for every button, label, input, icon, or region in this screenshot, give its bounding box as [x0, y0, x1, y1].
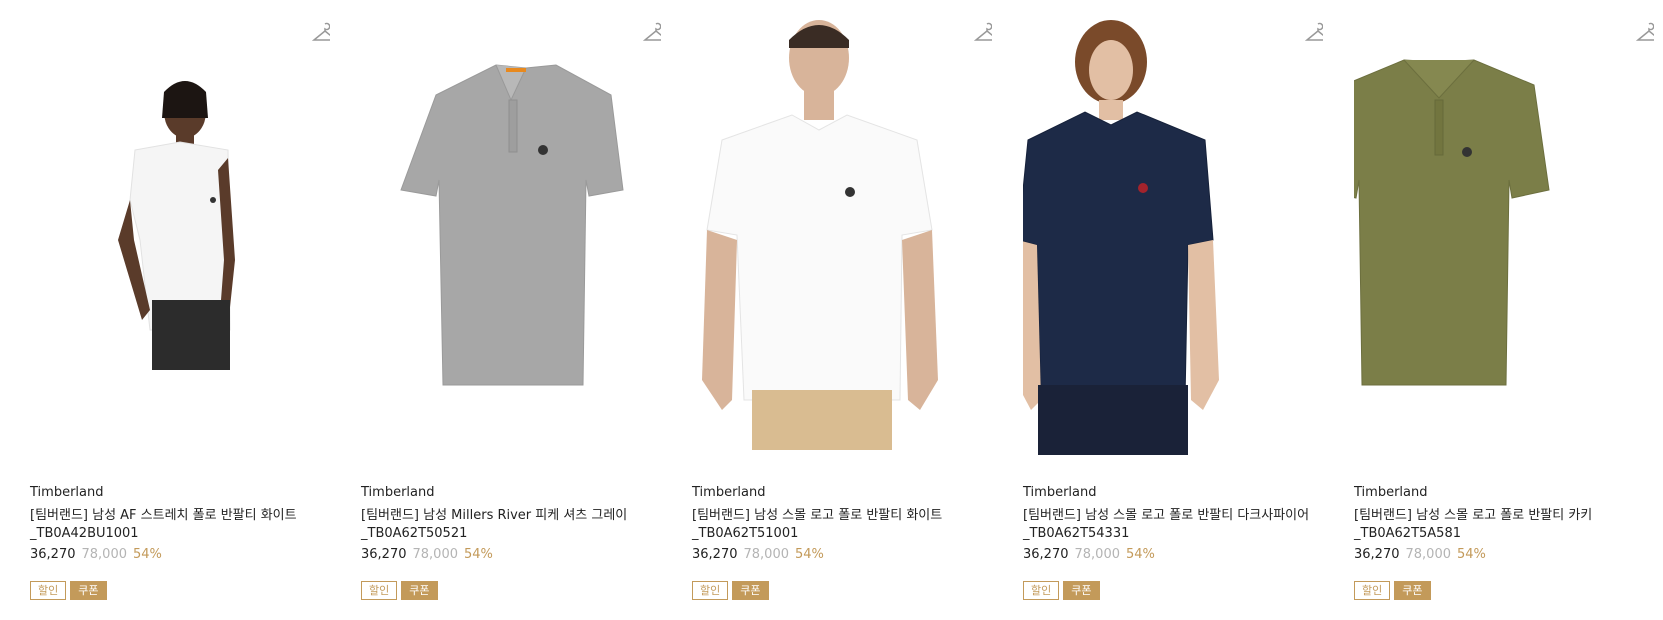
tag-list: 할인 쿠폰 — [1023, 581, 1100, 600]
original-price: 78,000 — [81, 547, 128, 562]
product-name[interactable]: [팀버랜드] 남성 스몰 로고 폴로 반팔티 다크사파이어 _TB0A62T54… — [1023, 507, 1323, 543]
brand-name[interactable]: Timberland — [361, 485, 434, 500]
brand-name[interactable]: Timberland — [692, 485, 765, 500]
discount-tag: 할인 — [1023, 581, 1060, 600]
price-row: 36,270 78,000 54% — [361, 547, 493, 562]
original-price: 78,000 — [1074, 547, 1121, 562]
product-image[interactable] — [692, 0, 992, 470]
discount-rate: 54% — [464, 547, 493, 562]
grey-polo-flat-photo-icon — [400, 64, 624, 386]
brand-name[interactable]: Timberland — [30, 485, 103, 500]
coupon-tag: 쿠폰 — [70, 581, 107, 600]
price-row: 36,270 78,000 54% — [1023, 547, 1155, 562]
coupon-tag: 쿠폰 — [1063, 581, 1100, 600]
hanger-icon[interactable] — [312, 22, 330, 44]
product-image[interactable] — [1023, 0, 1323, 470]
discount-rate: 54% — [795, 547, 824, 562]
hanger-icon[interactable] — [1305, 22, 1323, 44]
sale-price: 36,270 — [361, 547, 407, 562]
original-price: 78,000 — [743, 547, 790, 562]
coupon-tag: 쿠폰 — [1394, 581, 1431, 600]
product-card[interactable]: Timberland [팀버랜드] 남성 Millers River 피케 셔츠… — [361, 0, 661, 620]
sale-price: 36,270 — [1354, 547, 1400, 562]
tag-list: 할인 쿠폰 — [30, 581, 107, 600]
discount-tag: 할인 — [1354, 581, 1391, 600]
original-price: 78,000 — [412, 547, 459, 562]
brand-name[interactable]: Timberland — [1023, 485, 1096, 500]
product-image[interactable] — [30, 0, 330, 470]
discount-rate: 54% — [133, 547, 162, 562]
discount-tag: 할인 — [361, 581, 398, 600]
product-card[interactable]: Timberland [팀버랜드] 남성 AF 스트레치 폴로 반팔티 화이트 … — [30, 0, 330, 620]
discount-rate: 54% — [1457, 547, 1486, 562]
discount-tag: 할인 — [30, 581, 67, 600]
coupon-tag: 쿠폰 — [732, 581, 769, 600]
hanger-icon[interactable] — [643, 22, 661, 44]
price-row: 36,270 78,000 54% — [1354, 547, 1486, 562]
price-row: 36,270 78,000 54% — [692, 547, 824, 562]
discount-tag: 할인 — [692, 581, 729, 600]
product-name[interactable]: [팀버랜드] 남성 AF 스트레치 폴로 반팔티 화이트 _TB0A42BU10… — [30, 507, 330, 543]
product-card[interactable]: Timberland [팀버랜드] 남성 스몰 로고 폴로 반팔티 다크사파이어… — [1023, 0, 1323, 620]
discount-rate: 54% — [1126, 547, 1155, 562]
product-grid: Timberland [팀버랜드] 남성 AF 스트레치 폴로 반팔티 화이트 … — [0, 0, 1663, 620]
tag-list: 할인 쿠폰 — [361, 581, 438, 600]
price-row: 36,270 78,000 54% — [30, 547, 162, 562]
hanger-icon[interactable] — [1636, 22, 1654, 44]
product-name[interactable]: [팀버랜드] 남성 스몰 로고 폴로 반팔티 화이트 _TB0A62T51001 — [692, 507, 992, 543]
navy-polo-model-photo-icon — [1023, 20, 1219, 455]
coupon-tag: 쿠폰 — [401, 581, 438, 600]
tag-list: 할인 쿠폰 — [692, 581, 769, 600]
product-image[interactable] — [361, 0, 661, 470]
sale-price: 36,270 — [1023, 547, 1069, 562]
white-polo-model-photo-icon — [702, 20, 938, 450]
product-name[interactable]: [팀버랜드] 남성 스몰 로고 폴로 반팔티 카키 _TB0A62T5A581 — [1354, 507, 1654, 543]
original-price: 78,000 — [1405, 547, 1452, 562]
product-name[interactable]: [팀버랜드] 남성 Millers River 피케 셔츠 그레이 _TB0A6… — [361, 507, 661, 543]
sale-price: 36,270 — [692, 547, 738, 562]
tag-list: 할인 쿠폰 — [1354, 581, 1431, 600]
product-card[interactable]: Timberland [팀버랜드] 남성 스몰 로고 폴로 반팔티 화이트 _T… — [692, 0, 992, 620]
product-card[interactable]: Timberland [팀버랜드] 남성 스몰 로고 폴로 반팔티 카키 _TB… — [1354, 0, 1654, 620]
product-image[interactable] — [1354, 0, 1654, 470]
hanger-icon[interactable] — [974, 22, 992, 44]
white-polo-model-photo-icon — [118, 81, 235, 370]
brand-name[interactable]: Timberland — [1354, 485, 1427, 500]
sale-price: 36,270 — [30, 547, 76, 562]
khaki-polo-flat-photo-icon — [1354, 59, 1550, 386]
